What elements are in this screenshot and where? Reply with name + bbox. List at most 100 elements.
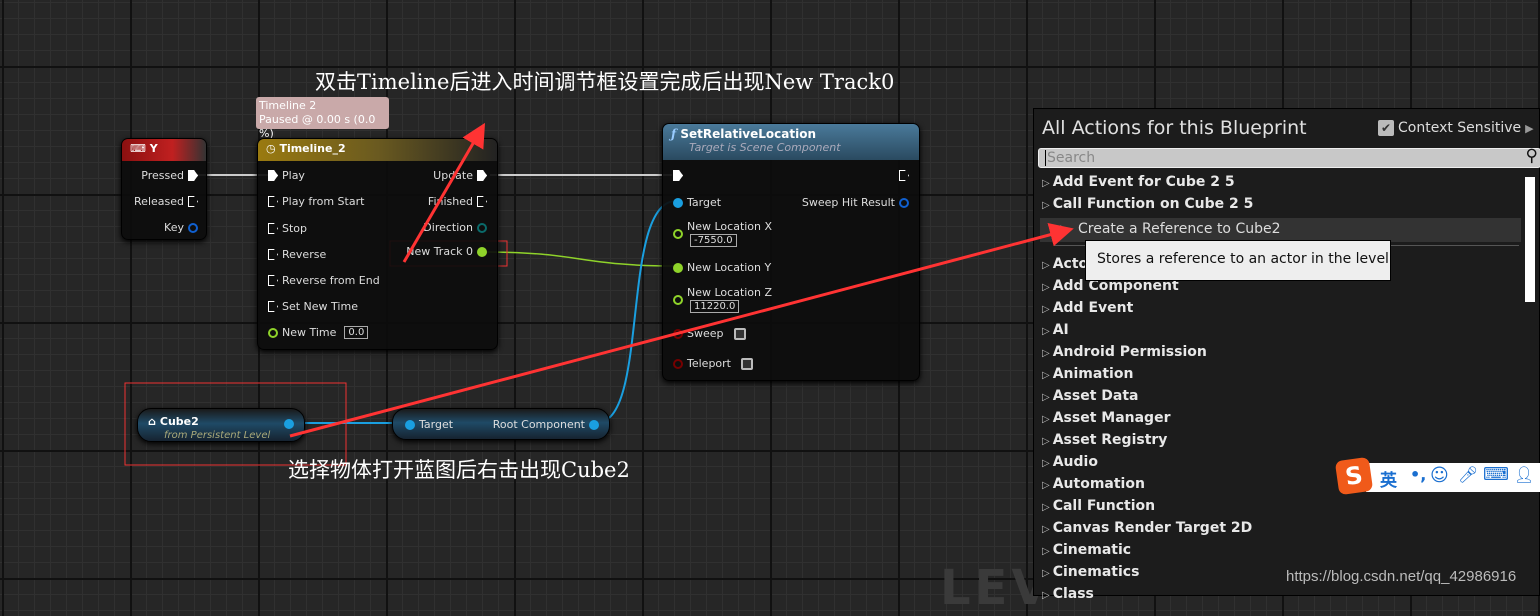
location-z-input[interactable]: 11220.0: [690, 300, 740, 313]
float-pin[interactable]: [673, 229, 683, 239]
pin-label: Target: [419, 418, 454, 431]
float-pin[interactable]: [477, 246, 487, 257]
category-item[interactable]: Add Event: [1042, 300, 1134, 316]
punctuation-icon[interactable]: •,: [1410, 465, 1426, 484]
pin-label: New Location Z: [687, 286, 773, 299]
keyboard-icon[interactable]: ⌨: [1483, 464, 1509, 485]
object-pin[interactable]: [589, 419, 599, 430]
enum-pin[interactable]: [477, 222, 487, 233]
sweep-checkbox[interactable]: [733, 327, 746, 340]
object-pin[interactable]: [284, 419, 294, 429]
category-item[interactable]: Cinematic: [1042, 542, 1131, 558]
exec-pin[interactable]: [899, 170, 909, 181]
pin-label: Play: [282, 169, 305, 182]
node-subtitle: Target is Scene Component: [689, 141, 841, 154]
exec-pin[interactable]: [268, 275, 278, 286]
timeline-node[interactable]: ◷ Timeline_2 Play Play from Start Stop R…: [257, 138, 498, 350]
node-subtitle: from Persistent Level: [164, 430, 271, 441]
category-item[interactable]: Asset Registry: [1042, 432, 1168, 448]
exec-pin[interactable]: [268, 170, 278, 181]
set-relative-location-node[interactable]: ƒ SetRelativeLocation Target is Scene Co…: [662, 123, 920, 381]
bool-pin[interactable]: [673, 328, 683, 339]
exec-pin[interactable]: [673, 170, 683, 181]
pin-label: Target: [687, 196, 722, 209]
category-item[interactable]: Asset Manager: [1042, 410, 1171, 426]
search-placeholder: Search: [1045, 150, 1096, 166]
sogou-logo-icon[interactable]: S: [1334, 456, 1374, 496]
panel-title: All Actions for this Blueprint: [1042, 117, 1307, 139]
exec-pin[interactable]: [268, 196, 278, 207]
pin-label: Key: [164, 221, 184, 234]
pin-label: Update: [433, 169, 473, 182]
node-title: Cube2: [159, 415, 199, 428]
annotation-bottom: 选择物体打开蓝图后右击出现Cube2: [288, 458, 630, 482]
exec-pin[interactable]: [188, 196, 198, 207]
float-wire: [484, 251, 677, 267]
exec-pin[interactable]: [268, 249, 278, 260]
category-item[interactable]: Automation: [1042, 476, 1145, 492]
get-root-component-node[interactable]: Target Root Component: [392, 408, 610, 440]
microphone-icon[interactable]: 🎤︎: [1458, 465, 1478, 484]
exec-pin[interactable]: [477, 196, 487, 207]
teleport-checkbox[interactable]: [741, 357, 753, 370]
bubble-line: Timeline 2: [259, 99, 317, 112]
exec-pin[interactable]: [188, 170, 198, 181]
node-title: Y: [149, 142, 158, 155]
watermark: https://blog.csdn.net/qq_42986916: [1286, 568, 1517, 585]
checkbox-checked-icon[interactable]: ✔: [1378, 120, 1394, 136]
ime-toolbar[interactable]: 英 •, ☺ 🎤︎ ⌨ 👤︎: [1366, 463, 1540, 492]
exec-pin[interactable]: [477, 170, 487, 181]
checkbox-label: Context Sensitive: [1398, 120, 1522, 136]
user-icon[interactable]: 👤︎: [1514, 465, 1534, 484]
annotation-top: 双击Timeline后进入时间调节框设置完成后出现New Track0: [315, 70, 895, 94]
timeline-status-bubble: Timeline 2 Paused @ 0.00 s (0.0 %): [256, 97, 389, 140]
new-time-input[interactable]: 0.0: [344, 326, 369, 339]
category-item[interactable]: AI: [1042, 322, 1069, 338]
function-icon: ƒ: [671, 127, 681, 141]
exec-pin[interactable]: [268, 301, 278, 312]
pin-label: Root Component: [492, 418, 585, 431]
object-pin[interactable]: [405, 419, 415, 430]
search-input[interactable]: Search ⚲: [1038, 146, 1540, 168]
action-menu[interactable]: All Actions for this Blueprint ✔ Context …: [1033, 108, 1540, 602]
scrollbar-thumb[interactable]: [1525, 177, 1535, 302]
pin-label: Stop: [282, 222, 308, 235]
ime-language-toggle[interactable]: 英: [1380, 466, 1397, 491]
pin-label: New Track 0: [406, 245, 473, 258]
category-item[interactable]: Android Permission: [1042, 344, 1207, 360]
actor-icon: ⌂: [148, 415, 156, 428]
emoji-icon[interactable]: ☺: [1430, 465, 1449, 486]
category-item[interactable]: Asset Data: [1042, 388, 1139, 404]
category-item[interactable]: Audio: [1042, 454, 1098, 470]
search-icon[interactable]: ⚲: [1526, 146, 1538, 166]
category-item[interactable]: Canvas Render Target 2D: [1042, 520, 1253, 536]
pin-label: Teleport: [687, 357, 731, 370]
key-event-node[interactable]: ⌨ Y Pressed Released Key: [121, 138, 207, 240]
exec-pin[interactable]: [268, 223, 278, 234]
pin-label: Pressed: [141, 169, 184, 182]
float-pin[interactable]: [673, 295, 683, 305]
struct-pin[interactable]: [899, 197, 909, 208]
float-pin[interactable]: [673, 262, 683, 273]
pin-label: Finished: [427, 195, 473, 208]
float-pin[interactable]: [268, 327, 278, 338]
bool-pin[interactable]: [673, 358, 683, 369]
category-item[interactable]: Call Function on Cube 2 5: [1042, 196, 1254, 212]
location-x-input[interactable]: -7550.0: [690, 234, 737, 247]
selected-action-item[interactable]: ⌂ Create a Reference to Cube2: [1040, 218, 1521, 242]
context-sensitive-toggle[interactable]: ✔ Context Sensitive ▶: [1378, 120, 1534, 136]
category-item[interactable]: Add Event for Cube 2 5: [1042, 174, 1235, 190]
node-title: Timeline_2: [279, 142, 346, 155]
category-item[interactable]: Cinematics: [1042, 564, 1140, 580]
actor-reference-icon: ⌂: [1056, 220, 1066, 238]
category-item[interactable]: Call Function: [1042, 498, 1155, 514]
category-item[interactable]: Class: [1042, 586, 1094, 602]
category-item[interactable]: Animation: [1042, 366, 1134, 382]
object-pin[interactable]: [673, 197, 683, 208]
pin-label: Play from Start: [282, 195, 365, 208]
cube2-reference-node[interactable]: ⌂ Cube2 from Persistent Level: [137, 408, 305, 442]
pin-label: Reverse: [282, 248, 327, 261]
action-tooltip: Stores a reference to an actor in the le…: [1085, 240, 1391, 281]
pin-label: Sweep: [687, 327, 724, 340]
struct-pin[interactable]: [188, 222, 198, 233]
